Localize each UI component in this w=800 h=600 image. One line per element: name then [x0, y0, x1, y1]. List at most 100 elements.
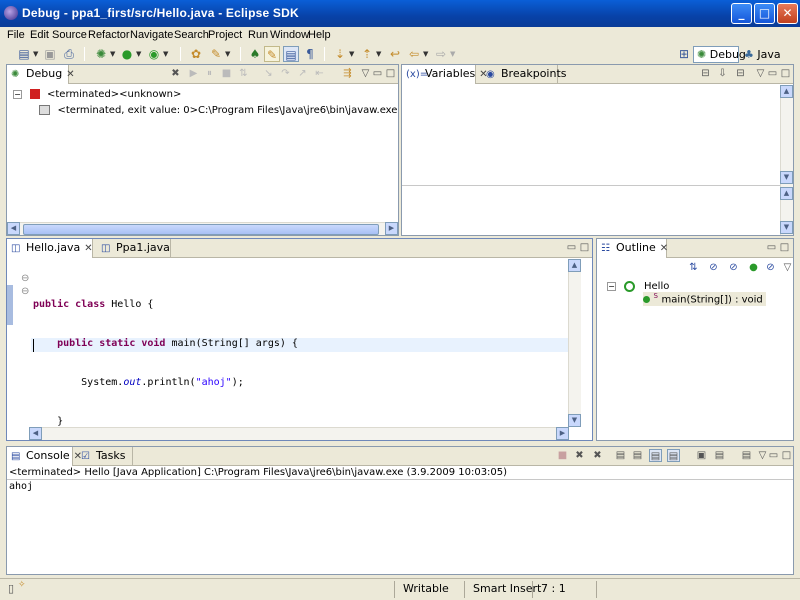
minimize-view-icon[interactable]: ▭	[371, 67, 384, 80]
perspective-debug-button[interactable]: ✺ Debug	[693, 46, 746, 63]
forward-dropdown-arrow-icon[interactable]: ▼	[450, 46, 456, 62]
scroll-down-icon[interactable]: ▼	[780, 171, 793, 184]
back-icon[interactable]: ⇦	[406, 46, 422, 62]
menu-edit[interactable]: Edit	[30, 29, 49, 41]
show-whitespace-icon[interactable]: ▤	[283, 46, 299, 62]
perspective-java-button[interactable]: ♣ Java	[740, 46, 782, 63]
menu-file[interactable]: File	[7, 29, 25, 41]
open-perspective-icon[interactable]: ⊞	[676, 46, 692, 62]
resume-icon[interactable]: ▶	[187, 67, 200, 80]
fast-view-icon[interactable]: ▯	[8, 582, 14, 595]
collapse-icon[interactable]: −	[607, 281, 616, 291]
fold-collapse-icon[interactable]: ⊖	[21, 273, 29, 284]
scroll-up-icon[interactable]: ▲	[568, 259, 581, 272]
tab-debug[interactable]: ✺ Debug ✕	[7, 65, 75, 84]
editor-horizontal-scrollbar[interactable]: ◀ ▶	[29, 427, 569, 440]
debug-dropdown-arrow-icon[interactable]: ▼	[110, 46, 116, 62]
scroll-lock-icon[interactable]: ▤	[631, 449, 644, 462]
pin-console-icon[interactable]: ▣	[695, 449, 708, 462]
clear-console-icon[interactable]: ▤	[614, 449, 627, 462]
minimize-view-icon[interactable]: ▭	[565, 241, 578, 254]
fold-collapse-icon[interactable]: ⊖	[21, 286, 29, 297]
menu-search[interactable]: Search	[174, 29, 209, 41]
show-logical-structure-icon[interactable]: ⇩	[716, 67, 729, 80]
search-icon[interactable]: ✎	[208, 46, 224, 62]
back-dropdown-arrow-icon[interactable]: ▼	[423, 46, 429, 62]
menu-refactor[interactable]: Refactor	[88, 29, 130, 41]
mark-occurrences-icon[interactable]: ♠	[247, 46, 263, 62]
close-tab-icon[interactable]: ✕	[66, 69, 74, 80]
open-type-icon[interactable]: ✿	[188, 46, 204, 62]
terminate-icon[interactable]: ■	[556, 449, 569, 462]
run-icon[interactable]: ●	[119, 46, 135, 62]
open-console-icon[interactable]: ▤	[740, 449, 753, 462]
tab-outline[interactable]: ☷ Outline ✕	[597, 239, 668, 258]
maximize-view-icon[interactable]: □	[384, 67, 397, 80]
close-tab-icon[interactable]: ✕	[660, 243, 668, 254]
tree-item[interactable]: − <terminated><unknown>	[13, 87, 181, 101]
external-tools-dropdown-arrow-icon[interactable]: ▼	[163, 46, 169, 62]
maximize-view-icon[interactable]: □	[778, 241, 791, 254]
hide-static-icon[interactable]: ⊘	[727, 261, 740, 274]
new-fast-view-icon[interactable]: ✧	[18, 580, 26, 590]
scroll-up-icon[interactable]: ▲	[780, 187, 793, 200]
paragraph-icon[interactable]: ¶	[302, 46, 318, 62]
variables-divider[interactable]	[402, 185, 793, 186]
remove-terminated-icon[interactable]: ✖	[169, 67, 182, 80]
close-button[interactable]: ✕	[777, 3, 798, 24]
tab-hello-java[interactable]: ◫ Hello.java ✕	[7, 239, 93, 258]
minimize-view-icon[interactable]: ▭	[765, 241, 778, 254]
editor-vertical-scrollbar[interactable]: ▲ ▼	[568, 259, 581, 427]
suspend-icon[interactable]: ⏸	[203, 67, 216, 80]
debug-horizontal-scrollbar[interactable]: ◀ ▶	[7, 222, 398, 235]
maximize-view-icon[interactable]: □	[780, 449, 793, 462]
last-edit-location-icon[interactable]: ↩	[387, 46, 403, 62]
hide-non-public-icon[interactable]: ●	[747, 261, 760, 274]
scroll-down-icon[interactable]: ▼	[780, 221, 793, 234]
tab-breakpoints[interactable]: ◉ Breakpoints	[482, 65, 567, 84]
collapse-all-icon[interactable]: ⊟	[734, 67, 747, 80]
menu-project[interactable]: Project	[208, 29, 242, 41]
new-icon[interactable]: ▤	[16, 46, 32, 62]
minimize-view-icon[interactable]: ▭	[766, 67, 779, 80]
hide-local-types-icon[interactable]: ⊘	[764, 261, 777, 274]
terminate-icon[interactable]: ■	[220, 67, 233, 80]
previous-annotation-icon[interactable]: ⇡	[359, 46, 375, 62]
next-annotation-icon[interactable]: ⇣	[332, 46, 348, 62]
show-console-on-output-icon[interactable]: ▤	[649, 449, 662, 462]
variables-vertical-scrollbar[interactable]: ▲ ▼ ▲ ▼	[780, 85, 793, 235]
scroll-up-icon[interactable]: ▲	[780, 85, 793, 98]
sort-icon[interactable]: ⇅	[687, 261, 700, 274]
minimize-button[interactable]: _	[731, 3, 752, 24]
scroll-right-icon[interactable]: ▶	[385, 222, 398, 235]
tree-item[interactable]: − Hello	[607, 279, 669, 293]
menu-navigate[interactable]: Navigate	[130, 29, 173, 41]
toggle-highlight-icon[interactable]: ✎	[264, 46, 280, 62]
step-into-icon[interactable]: ↘	[262, 67, 275, 80]
maximize-view-icon[interactable]: □	[779, 67, 792, 80]
tab-tasks[interactable]: ☑ Tasks	[77, 447, 133, 466]
new-dropdown-arrow-icon[interactable]: ▼	[33, 46, 39, 62]
scroll-right-icon[interactable]: ▶	[556, 427, 569, 440]
step-over-icon[interactable]: ↷	[279, 67, 292, 80]
menu-window[interactable]: Window	[270, 29, 309, 41]
minimize-view-icon[interactable]: ▭	[767, 449, 780, 462]
use-step-filters-icon[interactable]: ⇶	[341, 67, 354, 80]
drop-to-frame-icon[interactable]: ⇤	[313, 67, 326, 80]
display-selected-console-icon[interactable]: ▤	[713, 449, 726, 462]
tab-ppa1-java[interactable]: ◫ Ppa1.java	[97, 239, 171, 258]
remove-launch-icon[interactable]: ✖	[573, 449, 586, 462]
disconnect-icon[interactable]: ⇅	[237, 67, 250, 80]
next-annotation-dropdown-arrow-icon[interactable]: ▼	[349, 46, 355, 62]
maximize-view-icon[interactable]: □	[578, 241, 591, 254]
search-dropdown-arrow-icon[interactable]: ▼	[225, 46, 231, 62]
close-tab-icon[interactable]: ✕	[84, 243, 92, 254]
debug-bug-icon[interactable]: ✺	[93, 46, 109, 62]
print-icon[interactable]: ⎙	[61, 46, 77, 62]
scroll-left-icon[interactable]: ◀	[7, 222, 20, 235]
forward-icon[interactable]: ⇨	[433, 46, 449, 62]
view-menu-icon[interactable]: ▽	[781, 261, 794, 274]
previous-annotation-dropdown-arrow-icon[interactable]: ▼	[376, 46, 382, 62]
save-icon[interactable]: ▣	[42, 46, 58, 62]
tree-item[interactable]: S main(String[]) : void	[643, 292, 766, 306]
